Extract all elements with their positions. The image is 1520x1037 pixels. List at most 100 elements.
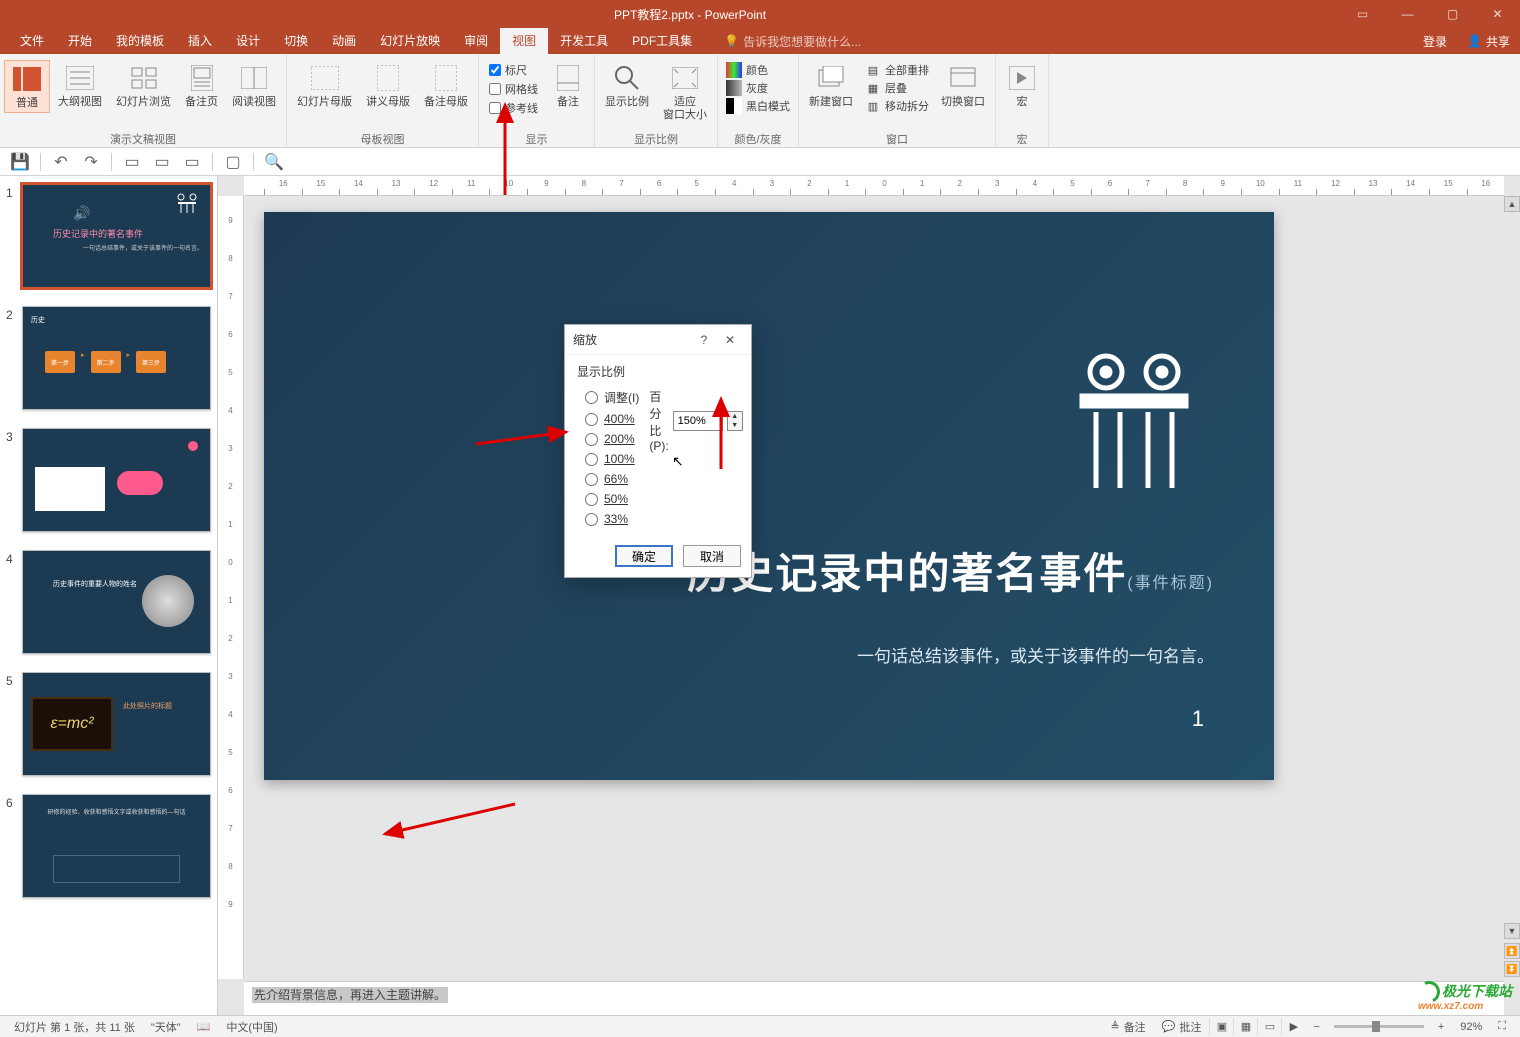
- tab-animation[interactable]: 动画: [320, 28, 368, 54]
- arrange-all-button[interactable]: ▤全部重排: [865, 62, 929, 78]
- zoom-button[interactable]: 显示比例: [599, 60, 655, 111]
- guides-checkbox[interactable]: 参考线: [489, 100, 538, 116]
- spin-up-icon[interactable]: ▲: [728, 412, 742, 421]
- window-titlebar: PPT教程2.pptx - PowerPoint ▭ — ▢ ✕: [0, 0, 1520, 28]
- scroll-down-icon[interactable]: ▼: [1504, 923, 1520, 939]
- ruler-checkbox[interactable]: 标尺: [489, 62, 538, 78]
- color-button[interactable]: 颜色: [726, 62, 790, 78]
- outline-view-icon: [64, 62, 96, 94]
- tab-home[interactable]: 开始: [56, 28, 104, 54]
- tell-me-search[interactable]: 💡告诉我您想要做什么...: [724, 33, 861, 50]
- thumbnail-1[interactable]: 1 🔊 历史记录中的著名事件 一句话总结事件，或关于该事件的一句名言。: [0, 180, 217, 302]
- notes-page-button[interactable]: 备注页: [179, 60, 224, 111]
- scroll-up-icon[interactable]: ▲: [1504, 196, 1520, 212]
- notes-pane-button[interactable]: 备注: [546, 60, 590, 111]
- slide-counter[interactable]: 幻灯片 第 1 张，共 11 张: [6, 1019, 143, 1035]
- slideshow-view-icon[interactable]: ▶: [1281, 1018, 1305, 1036]
- switch-window-button[interactable]: 切换窗口: [935, 60, 991, 111]
- undo-icon[interactable]: ↶: [47, 150, 75, 174]
- tab-pdftools[interactable]: PDF工具集: [620, 28, 704, 54]
- slide-canvas[interactable]: 历史记录中的著名事件(事件标题) 一句话总结该事件，或关于该事件的一句名言。 1: [264, 212, 1274, 780]
- tab-file[interactable]: 文件: [8, 28, 56, 54]
- slide-master-button[interactable]: 幻灯片母版: [291, 60, 358, 111]
- tab-devtools[interactable]: 开发工具: [548, 28, 620, 54]
- tab-design[interactable]: 设计: [224, 28, 272, 54]
- notes-master-button[interactable]: 备注母版: [418, 60, 474, 111]
- save-icon[interactable]: 💾: [6, 150, 34, 174]
- tab-insert[interactable]: 插入: [176, 28, 224, 54]
- notes-toggle[interactable]: ≜ 备注: [1102, 1019, 1153, 1035]
- ribbon-display-options-icon[interactable]: ▭: [1340, 7, 1385, 21]
- language-indicator[interactable]: 中文(中国): [218, 1019, 285, 1035]
- spin-down-icon[interactable]: ▼: [728, 421, 742, 430]
- qat-icon-4[interactable]: ▢: [219, 150, 247, 174]
- percent-spinner[interactable]: ▲▼: [727, 411, 743, 431]
- tab-transition[interactable]: 切换: [272, 28, 320, 54]
- normal-view-button[interactable]: 普通: [4, 60, 50, 113]
- tab-slideshow[interactable]: 幻灯片放映: [368, 28, 452, 54]
- thumbnail-5[interactable]: 5 ε=mc² 此处照片的标题: [0, 668, 217, 790]
- fit-window-button[interactable]: 适应 窗口大小: [657, 60, 713, 124]
- notes-pane[interactable]: 先介绍背景信息，再进入主题讲解。: [244, 981, 1504, 1015]
- login-button[interactable]: 登录: [1413, 33, 1457, 50]
- bw-icon: [726, 98, 742, 114]
- zoom-50-radio[interactable]: 50%: [577, 489, 639, 509]
- zoom-in-icon[interactable]: +: [1430, 1021, 1452, 1033]
- fit-to-window-icon[interactable]: ⛶: [1490, 1020, 1514, 1033]
- tab-view[interactable]: 视图: [500, 28, 548, 54]
- percent-input[interactable]: [673, 411, 723, 431]
- handout-master-button[interactable]: 讲义母版: [360, 60, 416, 111]
- qat-icon-3[interactable]: ▭: [178, 150, 206, 174]
- reading-view-button[interactable]: 阅读视图: [226, 60, 282, 111]
- close-icon[interactable]: ✕: [1475, 0, 1520, 28]
- zoom-100-radio[interactable]: 100%: [577, 449, 639, 469]
- group-master-views: 母板视图: [291, 131, 474, 147]
- thumbnail-4[interactable]: 4 历史事件的重要人物的姓名: [0, 546, 217, 668]
- prev-slide-icon[interactable]: ⏫: [1504, 943, 1520, 959]
- zoom-out-icon[interactable]: −: [1305, 1021, 1327, 1033]
- thumbnail-3[interactable]: 3: [0, 424, 217, 546]
- qat-icon-1[interactable]: ▭: [118, 150, 146, 174]
- dialog-close-icon[interactable]: ✕: [717, 333, 743, 347]
- cancel-button[interactable]: 取消: [683, 545, 741, 567]
- gridlines-checkbox[interactable]: 网格线: [489, 81, 538, 97]
- slide-thumbnails-panel[interactable]: 1 🔊 历史记录中的著名事件 一句话总结事件，或关于该事件的一句名言。 2 历史…: [0, 176, 218, 1015]
- macros-button[interactable]: 宏: [1000, 60, 1044, 111]
- zoom-400-radio[interactable]: 400%: [577, 409, 639, 429]
- sorter-view-button[interactable]: 幻灯片浏览: [110, 60, 177, 111]
- cascade-button[interactable]: ▦层叠: [865, 80, 929, 96]
- grayscale-button[interactable]: 灰度: [726, 80, 790, 96]
- find-icon[interactable]: 🔍: [260, 150, 288, 174]
- reading-view-icon[interactable]: ▭: [1257, 1018, 1281, 1036]
- zoom-fit-radio[interactable]: 调整(I): [577, 386, 639, 409]
- zoom-slider[interactable]: [1334, 1025, 1424, 1028]
- minimize-icon[interactable]: —: [1385, 0, 1430, 28]
- new-window-button[interactable]: 新建窗口: [803, 60, 859, 111]
- share-button[interactable]: 👤共享: [1457, 33, 1520, 50]
- restore-icon[interactable]: ▢: [1430, 0, 1475, 28]
- normal-view-icon[interactable]: ▣: [1209, 1018, 1233, 1036]
- bw-button[interactable]: 黑白模式: [726, 98, 790, 114]
- sorter-view-icon[interactable]: ▦: [1233, 1018, 1257, 1036]
- outline-view-button[interactable]: 大纲视图: [52, 60, 108, 111]
- move-split-button[interactable]: ▥移动拆分: [865, 98, 929, 114]
- spellcheck-icon[interactable]: 📖: [189, 1020, 219, 1033]
- qat-icon-2[interactable]: ▭: [148, 150, 176, 174]
- horizontal-ruler[interactable]: [244, 176, 1504, 196]
- zoom-percent[interactable]: 92%: [1452, 1021, 1490, 1033]
- tab-review[interactable]: 审阅: [452, 28, 500, 54]
- vertical-ruler[interactable]: 9876543210123456789: [218, 196, 244, 979]
- thumbnail-6[interactable]: 6 研修的经验、收获和感悟文字或收获和感悟的—句话: [0, 790, 217, 912]
- redo-icon[interactable]: ↷: [77, 150, 105, 174]
- zoom-section-label: 显示比例: [577, 363, 739, 380]
- ok-button[interactable]: 确定: [615, 545, 673, 567]
- tab-template[interactable]: 我的模板: [104, 28, 176, 54]
- dialog-help-icon[interactable]: ?: [691, 333, 717, 347]
- next-slide-icon[interactable]: ⏬: [1504, 961, 1520, 977]
- zoom-66-radio[interactable]: 66%: [577, 469, 639, 489]
- dialog-title: 缩放: [573, 331, 691, 348]
- zoom-33-radio[interactable]: 33%: [577, 509, 639, 529]
- comments-toggle[interactable]: 💬 批注: [1154, 1019, 1210, 1035]
- thumbnail-2[interactable]: 2 历史 第一步 ▸ 第二步 ▸ 第三步: [0, 302, 217, 424]
- zoom-200-radio[interactable]: 200%: [577, 429, 639, 449]
